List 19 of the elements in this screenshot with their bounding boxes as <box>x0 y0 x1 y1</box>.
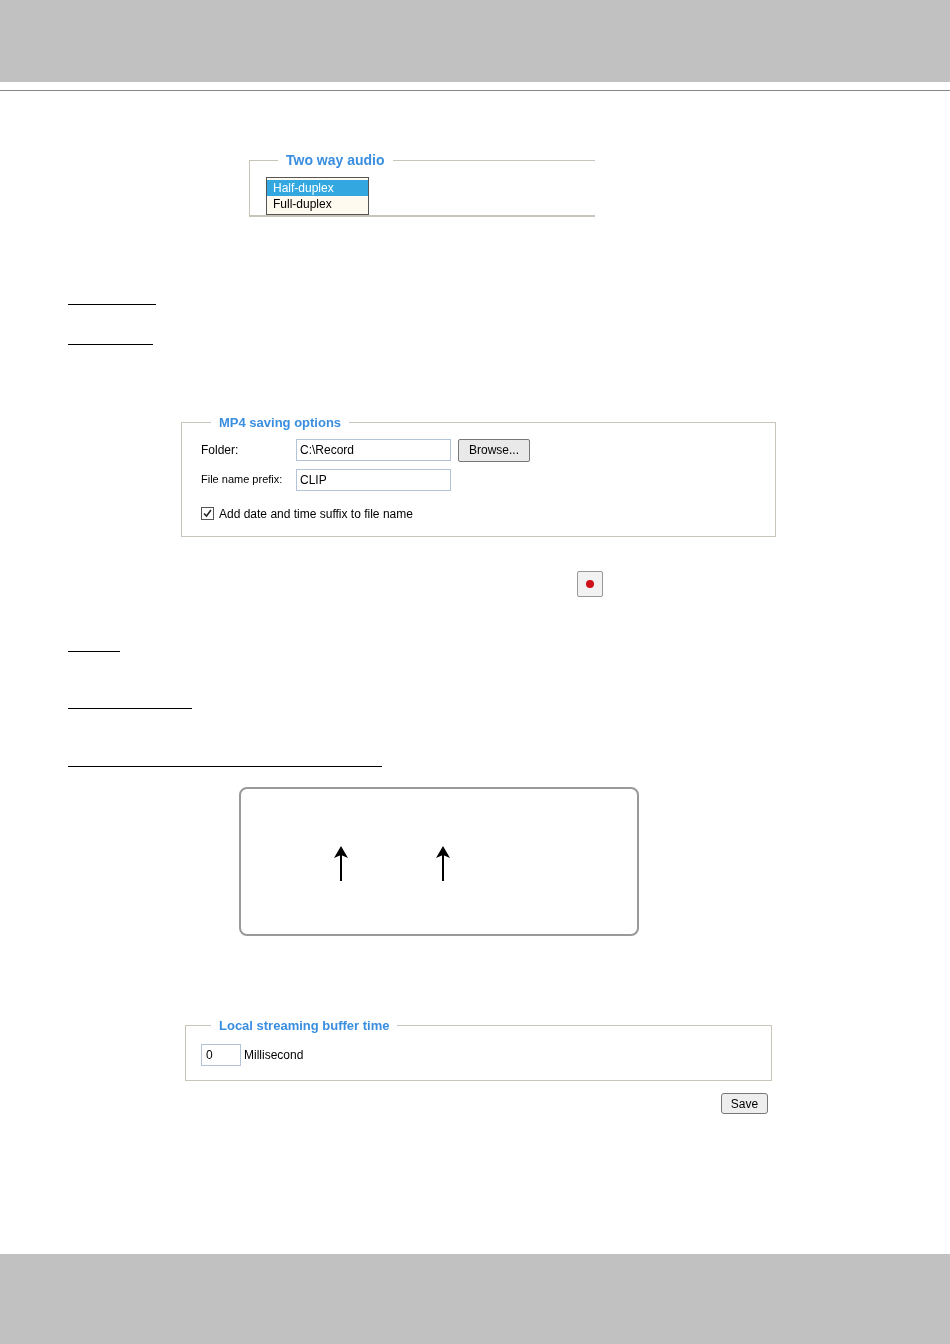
up-arrow-icon <box>436 846 450 881</box>
checkbox[interactable] <box>201 507 214 520</box>
up-arrow-icon <box>334 846 348 881</box>
record-button[interactable] <box>577 571 603 597</box>
group-title: Two way audio <box>285 151 386 170</box>
record-icon <box>586 580 594 588</box>
unit-label: Millisecond <box>244 1046 304 1064</box>
browse-button[interactable]: Browse... <box>458 438 530 462</box>
group-title: MP4 saving options <box>218 414 343 432</box>
duplex-list[interactable]: Half-duplex Full-duplex <box>266 177 369 215</box>
field-label: Folder: <box>201 442 240 459</box>
buffer-field[interactable]: 0 <box>201 1043 241 1066</box>
field-label: File name prefix: <box>201 472 284 488</box>
group-title: Local streaming buffer time <box>218 1017 391 1035</box>
save-button[interactable]: Save <box>721 1093 768 1114</box>
prefix-field[interactable]: CLIP <box>296 468 451 491</box>
list-option[interactable]: Full-duplex <box>267 196 368 212</box>
checkbox-label: Add date and time suffix to file name <box>219 505 413 523</box>
folder-field[interactable]: C:\Record <box>296 439 451 461</box>
